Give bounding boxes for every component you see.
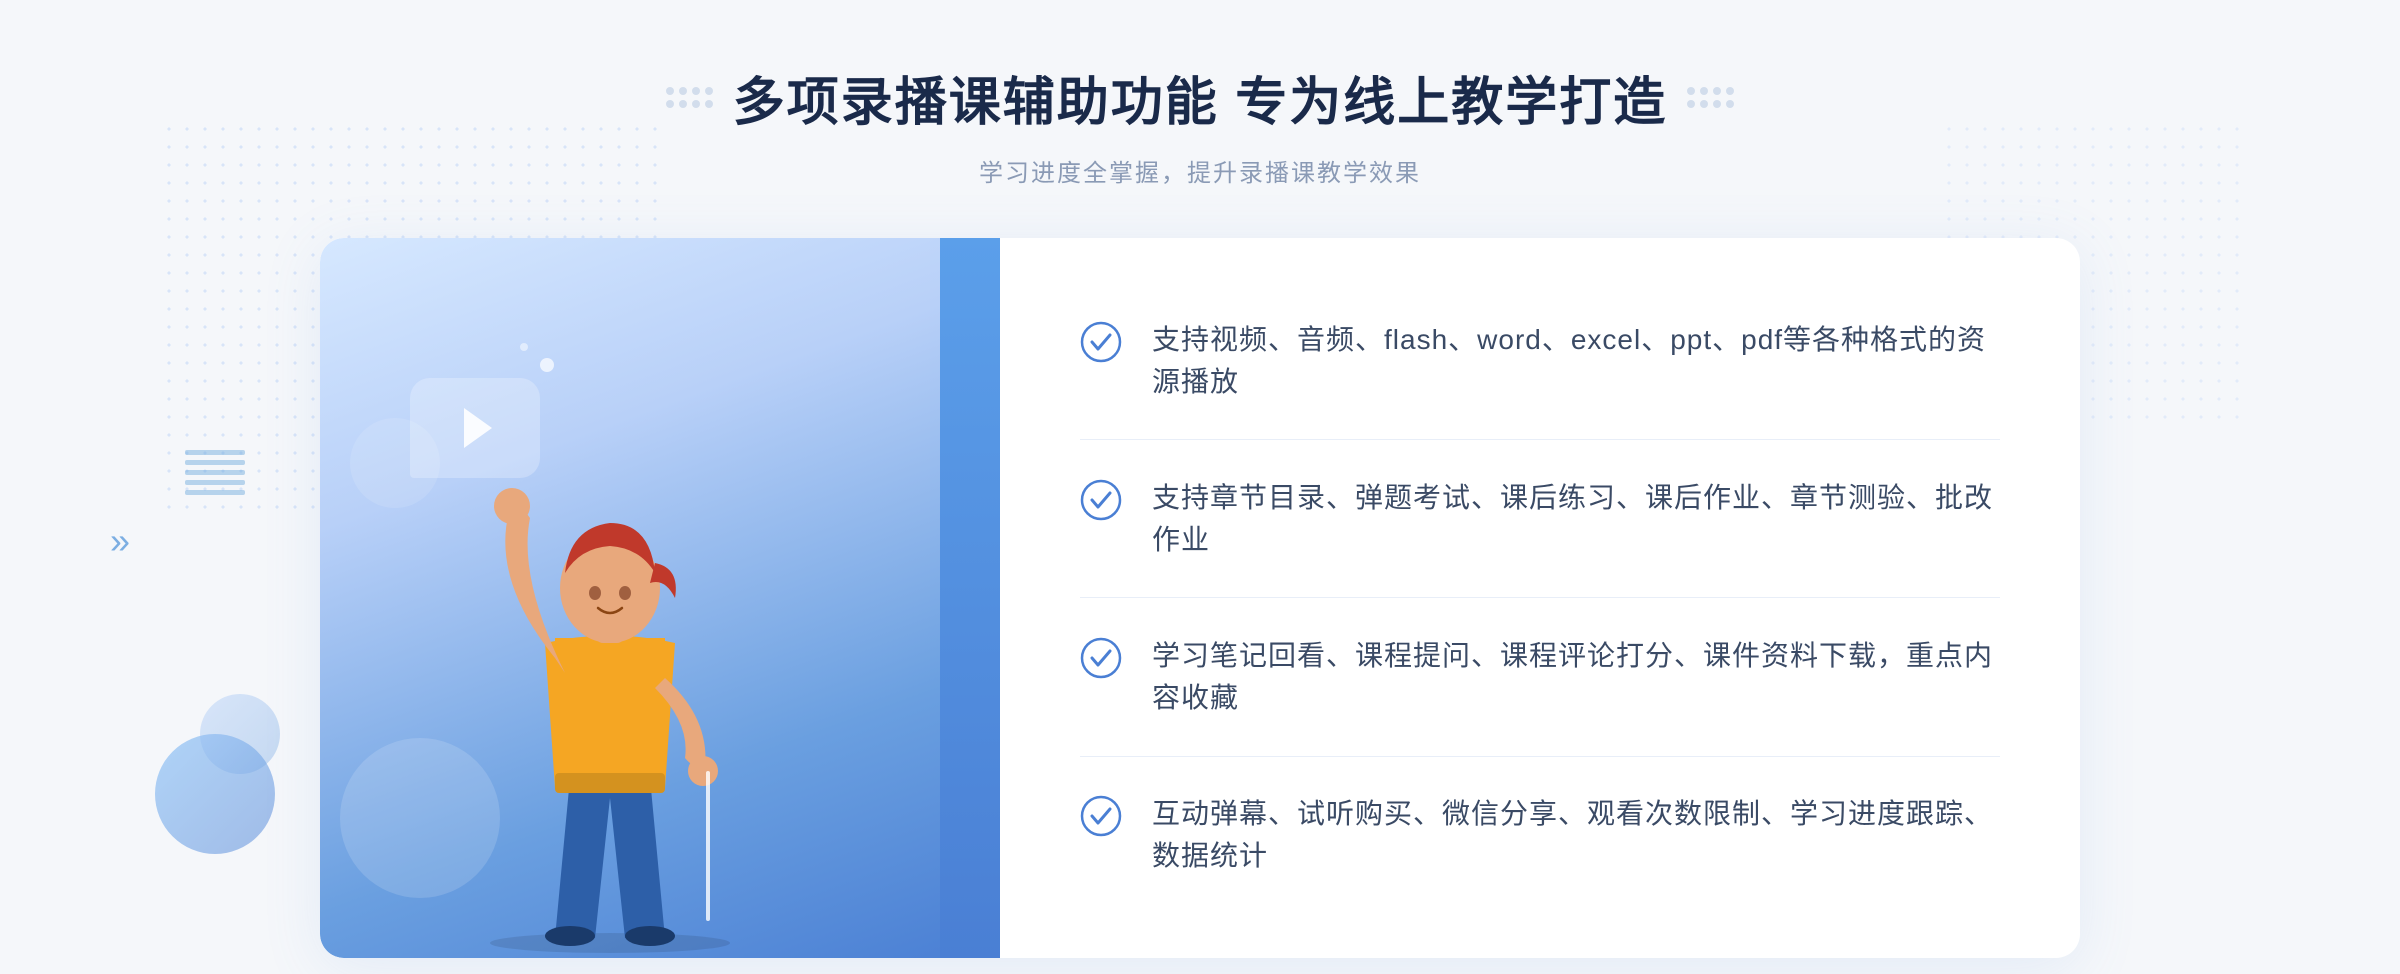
feature-text-2: 支持章节目录、弹题考试、课后练习、课后作业、章节测验、批改作业	[1152, 477, 2000, 561]
check-icon-4	[1080, 795, 1122, 837]
page-subtitle: 学习进度全掌握，提升录播课教学效果	[666, 153, 1734, 188]
header-decorators: 多项录播课辅助功能 专为线上教学打造	[666, 60, 1734, 135]
decorative-lines	[185, 450, 245, 540]
features-list: 支持视频、音频、flash、word、excel、ppt、pdf等各种格式的资源…	[1000, 238, 2080, 958]
feature-text-3: 学习笔记回看、课程提问、课程评论打分、课件资料下载，重点内容收藏	[1152, 635, 2000, 719]
check-icon-1	[1080, 321, 1122, 363]
feature-item-1: 支持视频、音频、flash、word、excel、ppt、pdf等各种格式的资源…	[1080, 309, 2000, 413]
feature-item-3: 学习笔记回看、课程提问、课程评论打分、课件资料下载，重点内容收藏	[1080, 625, 2000, 729]
person-illustration	[400, 378, 820, 958]
feature-item-2: 支持章节目录、弹题考试、课后练习、课后作业、章节测验、批改作业	[1080, 467, 2000, 571]
check-icon-2	[1080, 479, 1122, 521]
chevron-left-icon: »	[110, 520, 122, 562]
page-title: 多项录播课辅助功能 专为线上教学打造	[733, 60, 1667, 135]
feature-divider-2	[1080, 597, 2000, 598]
content-card: 支持视频、音频、flash、word、excel、ppt、pdf等各种格式的资源…	[320, 238, 2080, 958]
illustration-area	[320, 238, 1000, 958]
feature-divider-1	[1080, 439, 2000, 440]
decorative-circle-2	[200, 694, 280, 774]
page-wrapper: » 多项录播课辅助功能 专为线上教学打造 学习进度全掌握，提升录播课教学效果	[0, 0, 2400, 974]
sparkle-dot-1	[540, 358, 554, 372]
header-section: 多项录播课辅助功能 专为线上教学打造 学习进度全掌握，提升录播课教学效果	[666, 60, 1734, 188]
feature-item-4: 互动弹幕、试听购买、微信分享、观看次数限制、学习进度跟踪、数据统计	[1080, 783, 2000, 887]
feature-text-4: 互动弹幕、试听购买、微信分享、观看次数限制、学习进度跟踪、数据统计	[1152, 793, 2000, 877]
feature-divider-3	[1080, 756, 2000, 757]
header-dots-left	[666, 87, 713, 108]
header-dots-right	[1687, 87, 1734, 108]
feature-text-1: 支持视频、音频、flash、word、excel、ppt、pdf等各种格式的资源…	[1152, 319, 2000, 403]
accent-bar	[940, 238, 1000, 958]
sparkle-dot-2	[520, 343, 528, 351]
check-icon-3	[1080, 637, 1122, 679]
